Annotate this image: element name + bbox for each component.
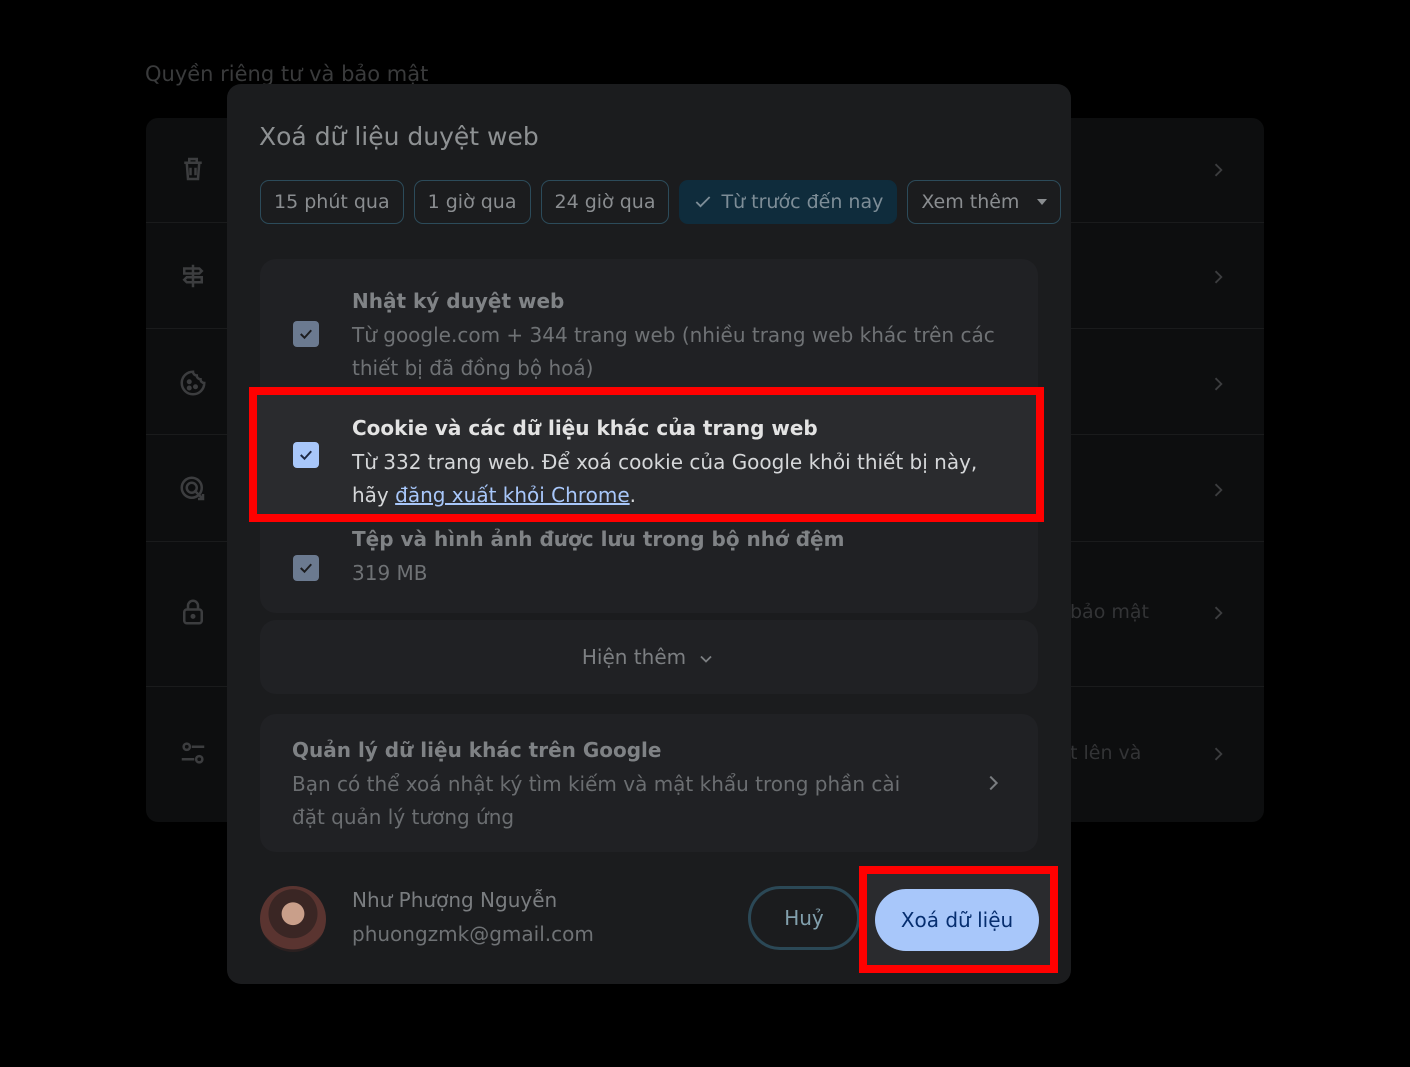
delete-button-highlight: Xoá dữ liệu bbox=[859, 866, 1058, 973]
tune-icon bbox=[178, 738, 208, 768]
trash-icon bbox=[178, 154, 208, 184]
privacy-section-title: Quyền riêng tư và bảo mật bbox=[145, 62, 429, 86]
check-icon bbox=[300, 563, 312, 574]
sign-out-chrome-link[interactable]: đăng xuất khỏi Chrome bbox=[395, 483, 630, 507]
browsing-history-label: Nhật ký duyệt web bbox=[352, 289, 565, 313]
delete-data-button[interactable]: Xoá dữ liệu bbox=[875, 889, 1039, 951]
settings-row-security-text: bảo mật bbox=[1070, 601, 1149, 623]
cached-files-checkbox[interactable] bbox=[293, 555, 319, 581]
chevron-right-icon bbox=[1208, 603, 1228, 623]
show-more-label: Hiện thêm bbox=[581, 645, 687, 669]
cached-files-label: Tệp và hình ảnh được lưu trong bộ nhớ đệ… bbox=[352, 527, 845, 551]
chevron-down-icon bbox=[700, 655, 712, 663]
avatar bbox=[260, 886, 326, 952]
cookies-label: Cookie và các dữ liệu khác của trang web bbox=[352, 416, 818, 440]
chip-label: Từ trước đến nay bbox=[721, 191, 884, 213]
manage-google-data-title: Quản lý dữ liệu khác trên Google bbox=[292, 738, 662, 762]
cookies-desc: Từ 332 trang web. Để xoá cookie của Goog… bbox=[352, 446, 1012, 512]
chip-label: 24 giờ qua bbox=[554, 191, 656, 213]
show-more-button[interactable]: Hiện thêm bbox=[260, 620, 1038, 694]
clear-browsing-data-dialog: Xoá dữ liệu duyệt web 15 phút qua 1 giờ … bbox=[227, 84, 1071, 984]
check-icon bbox=[300, 329, 312, 340]
cancel-button[interactable]: Huỷ bbox=[748, 886, 860, 950]
chevron-right-icon bbox=[1208, 480, 1228, 500]
check-icon bbox=[300, 450, 312, 461]
cookie-icon bbox=[178, 368, 208, 398]
chip-label: 15 phút qua bbox=[274, 191, 390, 213]
browsing-history-desc: Từ google.com + 344 trang web (nhiều tra… bbox=[352, 323, 995, 380]
check-icon bbox=[696, 196, 711, 208]
chevron-right-icon bbox=[982, 772, 1004, 794]
time-range-all-time-chip[interactable]: Từ trước đến nay bbox=[679, 180, 898, 224]
time-range-15-minutes-chip[interactable]: 15 phút qua bbox=[260, 180, 404, 224]
time-range-chips: 15 phút qua 1 giờ qua 24 giờ qua Từ trướ… bbox=[260, 180, 1062, 224]
chip-label: 1 giờ qua bbox=[427, 191, 517, 213]
signpost-icon bbox=[178, 261, 208, 291]
lock-icon bbox=[178, 597, 208, 627]
caret-down-icon bbox=[1037, 199, 1048, 205]
time-range-more-dropdown[interactable]: Xem thêm bbox=[907, 180, 1062, 224]
ad-target-icon bbox=[178, 474, 208, 504]
chevron-right-icon bbox=[1208, 744, 1228, 764]
cookies-checkbox[interactable] bbox=[293, 442, 319, 468]
time-range-1-hour-chip[interactable]: 1 giờ qua bbox=[413, 180, 531, 224]
time-range-24-hours-chip[interactable]: 24 giờ qua bbox=[540, 180, 670, 224]
cached-files-desc: 319 MB bbox=[352, 561, 428, 585]
browsing-history-checkbox[interactable] bbox=[293, 321, 319, 347]
manage-google-data-link[interactable]: Quản lý dữ liệu khác trên Google Bạn có … bbox=[260, 714, 1038, 852]
account-email: phuongzmk@gmail.com bbox=[352, 922, 594, 946]
chip-label: Xem thêm bbox=[921, 191, 1020, 213]
chevron-right-icon bbox=[1208, 267, 1228, 287]
chevron-right-icon bbox=[1208, 160, 1228, 180]
manage-google-data-desc: Bạn có thể xoá nhật ký tìm kiếm và mật k… bbox=[292, 772, 901, 829]
cookies-desc-end: . bbox=[629, 483, 636, 507]
settings-row-site-settings-text: t lên và bbox=[1070, 742, 1142, 764]
account-name: Như Phượng Nguyễn bbox=[352, 888, 558, 912]
dialog-title: Xoá dữ liệu duyệt web bbox=[259, 122, 539, 151]
cookies-item-highlight[interactable]: Cookie và các dữ liệu khác của trang web… bbox=[249, 387, 1044, 522]
chevron-right-icon bbox=[1208, 374, 1228, 394]
